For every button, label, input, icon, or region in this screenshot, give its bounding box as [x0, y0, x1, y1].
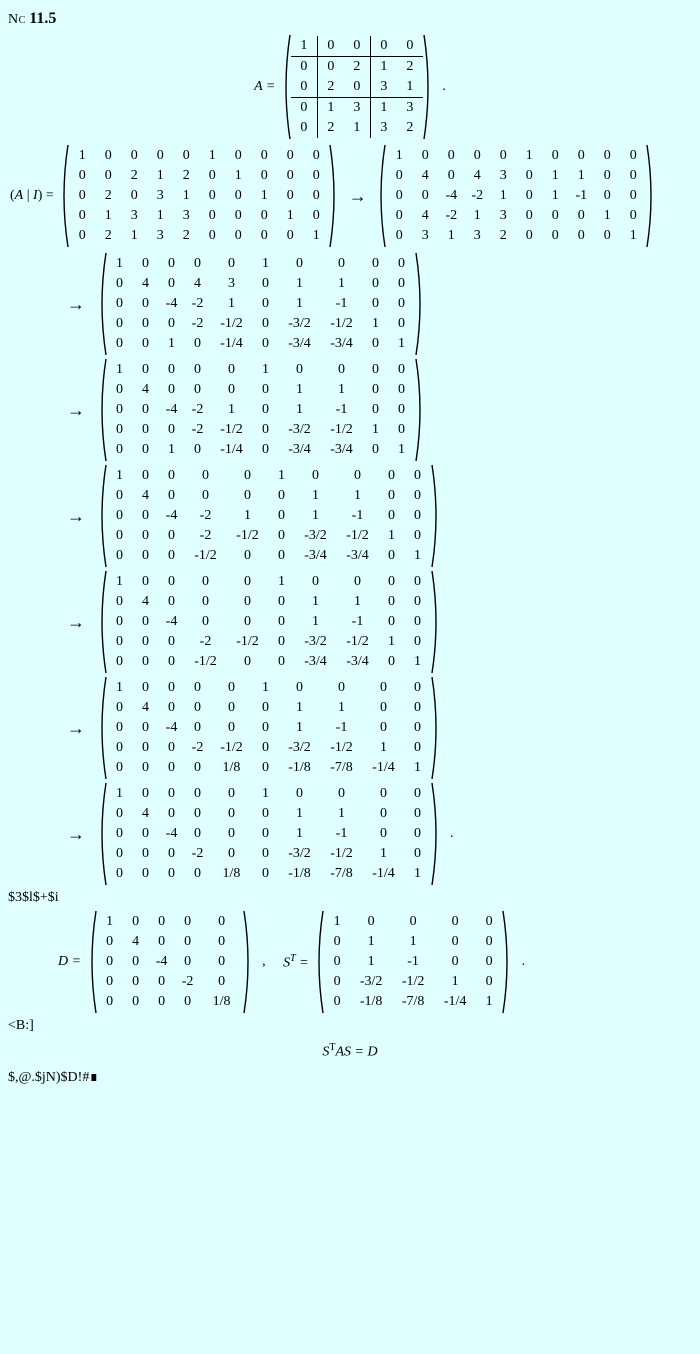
- header-label: Nc: [8, 12, 26, 27]
- arrow-icon: →: [67, 718, 85, 739]
- arrow-icon: →: [67, 612, 85, 633]
- matrix-A-equation: A = 1000000212020310131302132 .: [8, 34, 692, 140]
- matrix-step6: 1000010000040000110000-40001-100000-2-1/…: [97, 676, 441, 780]
- arrow-icon: →: [349, 186, 367, 207]
- matrix-D: 100000400000-400000-2000001/8: [87, 910, 253, 1014]
- matrix-step7: 1000010000040000110000-40001-100000-200-…: [97, 782, 441, 886]
- A-label: A =: [254, 79, 275, 95]
- step6-row: → 1000010000040000110000-40001-100000-2-…: [63, 676, 692, 780]
- matrix-step5: 1000010000040000110000-40001-100000-2-1/…: [97, 570, 441, 674]
- step5-row: → 1000010000040000110000-40001-100000-2-…: [63, 570, 692, 674]
- matrix-step1: 1000010000040430110000-4-2101-10004-2130…: [376, 144, 656, 248]
- text-mid: $3$l$+$i: [8, 890, 692, 906]
- matrix-step3: 1000010000040000110000-4-2101-100000-2-1…: [97, 358, 425, 462]
- arrow-icon: →: [67, 506, 85, 527]
- matrix-step4: 1000010000040000110000-4-2101-100000-2-1…: [97, 464, 441, 568]
- header: Nc 11.5: [8, 10, 692, 28]
- ST-label: ST =: [283, 953, 309, 972]
- matrix-AI: 1000010000002120100002031001000131300010…: [59, 144, 339, 248]
- matrix-step2: 1000010000040430110000-4-2101-100000-2-1…: [97, 252, 425, 356]
- arrow-icon: →: [67, 400, 85, 421]
- D-ST-row: D = 100000400000-400000-2000001/8 , ST =…: [58, 910, 692, 1014]
- step2-row: → 1000010000040430110000-4-2101-100000-2…: [63, 252, 692, 356]
- final-equation: STAS = D: [8, 1042, 692, 1061]
- step4-row: → 1000010000040000110000-4-2101-100000-2…: [63, 464, 692, 568]
- AI-label: (A | I) =: [10, 188, 54, 204]
- step7-row: → 1000010000040000110000-40001-100000-20…: [63, 782, 692, 886]
- arrow-icon: →: [67, 824, 85, 845]
- AI-row: (A | I) = 100001000000212010000203100100…: [10, 144, 692, 248]
- D-label: D =: [58, 954, 81, 970]
- header-number: 11.5: [29, 10, 56, 27]
- qed-icon: ∎: [89, 1070, 98, 1085]
- step3-row: → 1000010000040000110000-4-2101-100000-2…: [63, 358, 692, 462]
- text-end: $,@.$jN)$D!#∎: [8, 1069, 692, 1086]
- matrix-A: 1000000212020310131302132: [281, 34, 433, 140]
- text-B: <B:]: [8, 1018, 692, 1034]
- matrix-ST: 100000110001-1000-3/2-1/2100-1/8-7/8-1/4…: [314, 910, 512, 1014]
- arrow-icon: →: [67, 294, 85, 315]
